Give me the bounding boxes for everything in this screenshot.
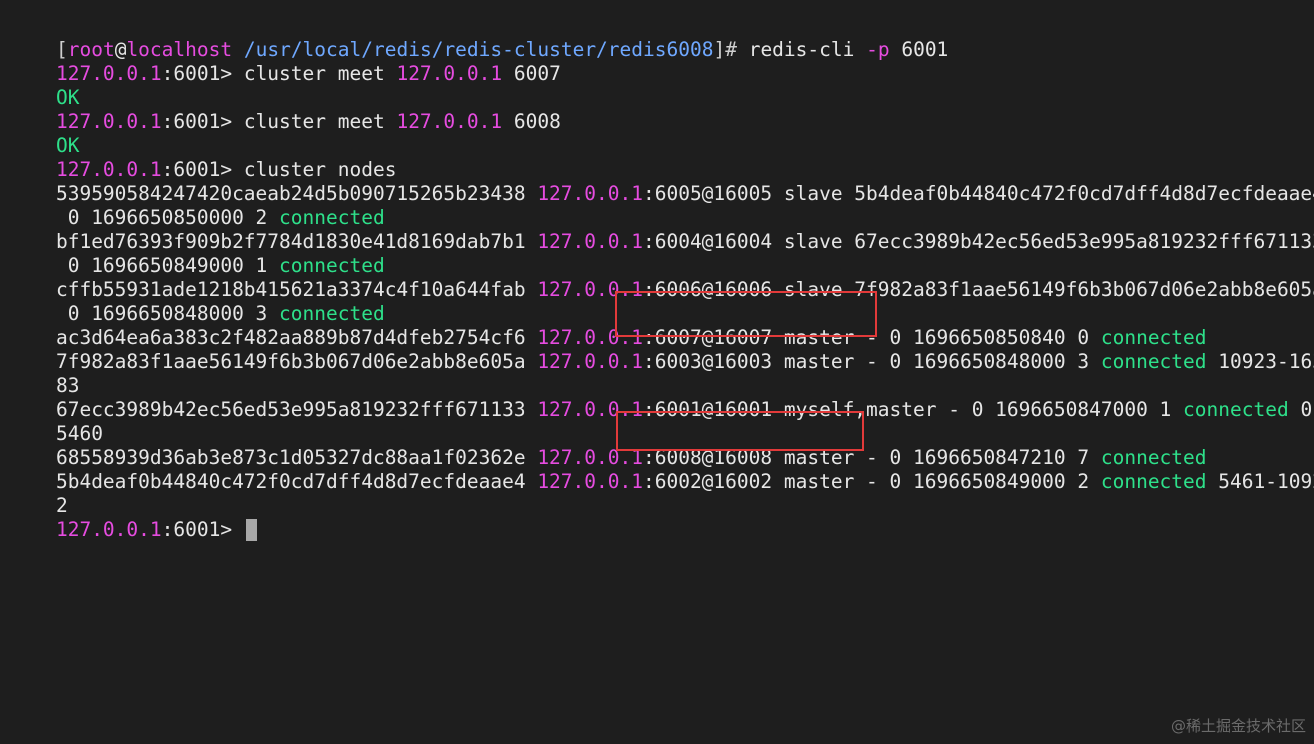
node-row-line-1: 7f982a83f1aae56149f6b3b067d06e2abb8e605a… <box>9 326 1314 373</box>
node-row-line-1: bf1ed76393f909b2f7784d1830e41d8169dab7b1… <box>9 206 1314 253</box>
cli-prompt-port: :6001> <box>161 518 244 541</box>
node-row-6007: ac3d64ea6a383c2f482aa889b87d4dfeb2754cf6… <box>9 302 1309 349</box>
node-row-line-2: 2 <box>9 470 1309 517</box>
node-row-line-2: 0 1696650850000 2 connected <box>9 182 1309 229</box>
node-row-6008: 68558939d36ab3e873c1d05327dc88aa1f02362e… <box>9 422 1309 469</box>
watermark: @稀土掘金技术社区 <box>1170 717 1306 735</box>
response-ok-1: OK <box>9 62 1309 109</box>
node-row-line-1: 5b4deaf0b44840c472f0cd7dff4d8d7ecfdeaae4… <box>9 446 1314 493</box>
cli-line-final[interactable]: 127.0.0.1:6001> <box>9 494 1309 541</box>
node-row-line-1: 539590584247420caeab24d5b090715265b23438… <box>9 158 1314 205</box>
cli-line-cluster-nodes: 127.0.0.1:6001> cluster nodes <box>9 134 1309 181</box>
node-row-line-2: 83 <box>9 350 1309 397</box>
node-row-line-1: cffb55931ade1218b415621a3374c4f10a644fab… <box>9 254 1314 301</box>
response-ok-2: OK <box>9 110 1309 157</box>
node-row-line-2: 5460 <box>9 398 1309 445</box>
text-cursor[interactable] <box>245 519 257 541</box>
terminal-output[interactable]: [root@localhost /usr/local/redis/redis-c… <box>9 14 1314 541</box>
cli-line-meet-6007: 127.0.0.1:6001> cluster meet 127.0.0.1 6… <box>9 38 1309 85</box>
cli-line-meet-6008: 127.0.0.1:6001> cluster meet 127.0.0.1 6… <box>9 86 1309 133</box>
node-row-line-1: 67ecc3989b42ec56ed53e995a819232fff671133… <box>9 374 1314 421</box>
shell-prompt-line: [root@localhost /usr/local/redis/redis-c… <box>9 14 1309 61</box>
cli-prompt-ip: 127.0.0.1 <box>55 518 162 541</box>
node-row-line-2: 0 1696650849000 1 connected <box>9 230 1309 277</box>
node-row-line-2: 0 1696650848000 3 connected <box>9 278 1309 325</box>
